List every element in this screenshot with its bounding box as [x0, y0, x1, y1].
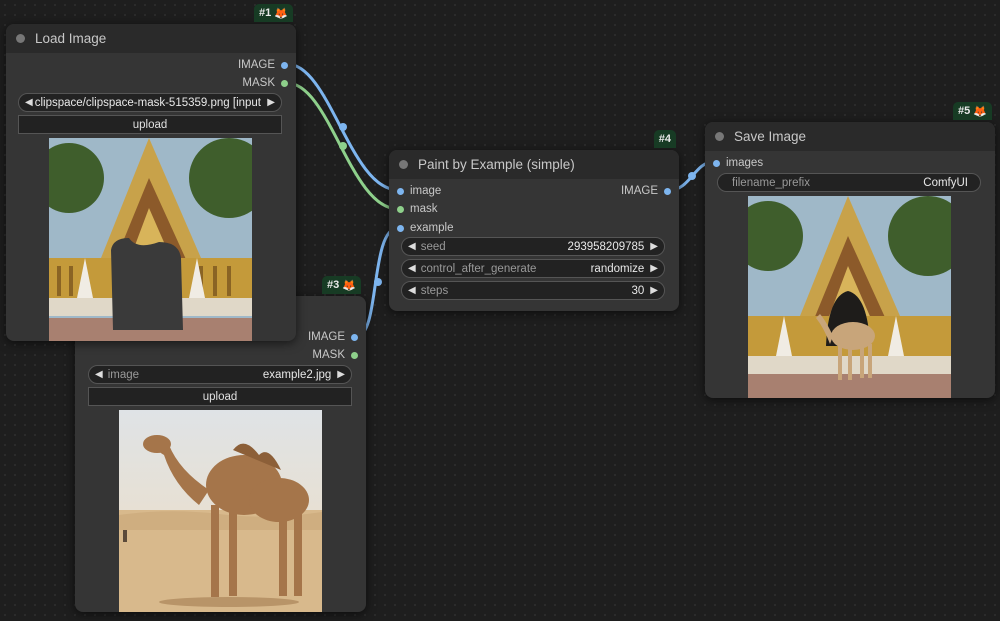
node-header[interactable]: Paint by Example (simple) [389, 150, 679, 179]
filename-prefix-widget[interactable]: filename_prefix ComfyUI [717, 173, 981, 192]
arrow-left-icon[interactable]: ◀ [25, 97, 33, 108]
node-id-badge: #1 🦊 [254, 4, 293, 22]
node-paint-by-example[interactable]: #4 Paint by Example (simple) image mask … [389, 130, 679, 311]
output-image[interactable]: IMAGE [308, 330, 358, 344]
arrow-right-icon[interactable]: ▶ [650, 241, 658, 252]
arrow-left-icon[interactable]: ◀ [408, 263, 416, 274]
output-mask[interactable]: MASK [312, 348, 358, 362]
input-dot[interactable] [397, 224, 404, 232]
input-images[interactable]: images [713, 156, 763, 170]
image-select-widget[interactable]: ◀ image example2.jpg ▶ [88, 365, 352, 384]
temple-preview-image [49, 138, 252, 341]
arrow-right-icon[interactable]: ▶ [267, 97, 275, 108]
result-preview-image [748, 196, 951, 398]
arrow-right-icon[interactable]: ▶ [650, 285, 658, 296]
input-dot[interactable] [397, 205, 404, 213]
node-title: Paint by Example (simple) [418, 157, 575, 172]
upload-button[interactable]: upload [88, 387, 352, 406]
output-image[interactable]: IMAGE [238, 58, 288, 72]
input-dot[interactable] [713, 159, 720, 167]
input-image[interactable]: image [397, 184, 441, 198]
output-image[interactable]: IMAGE [621, 184, 671, 198]
control-after-generate-widget[interactable]: ◀ control_after_generate randomize ▶ [401, 259, 665, 278]
fox-icon: 🦊 [342, 279, 356, 292]
fox-icon: 🦊 [973, 105, 987, 118]
seed-widget[interactable]: ◀ seed 293958209785 ▶ [401, 237, 665, 256]
node-load-image[interactable]: #1 🦊 Load Image IMAGE MASK ◀ clipspace/c… [6, 4, 296, 341]
arrow-left-icon[interactable]: ◀ [408, 241, 416, 252]
input-example[interactable]: example [397, 221, 453, 235]
node-id-badge: #4 [653, 130, 676, 148]
wire-midpoint [374, 278, 382, 286]
arrow-right-icon[interactable]: ▶ [650, 263, 658, 274]
arrow-left-icon[interactable]: ◀ [95, 369, 103, 380]
node-save-image[interactable]: #5 🦊 Save Image images filename_prefix C… [705, 102, 995, 398]
node-id-badge: #5 🦊 [953, 102, 992, 120]
output-dot[interactable] [351, 351, 358, 359]
input-dot[interactable] [397, 187, 404, 195]
wire-midpoint [339, 123, 347, 131]
input-mask[interactable]: mask [397, 202, 437, 216]
output-dot[interactable] [281, 79, 288, 87]
arrow-left-icon[interactable]: ◀ [408, 285, 416, 296]
node-title: Save Image [734, 129, 807, 144]
output-dot[interactable] [281, 61, 288, 69]
wire-midpoint [688, 172, 696, 180]
wire-image-1-to-4 [286, 62, 399, 192]
node-load-example[interactable]: #3 🦊 IMAGE MASK ◀ image example2.jpg ▶ u… [75, 276, 366, 612]
output-dot[interactable] [664, 187, 671, 195]
node-header[interactable]: Save Image [705, 122, 995, 151]
arrow-right-icon[interactable]: ▶ [337, 369, 345, 380]
collapse-dot[interactable] [16, 34, 25, 43]
output-mask[interactable]: MASK [242, 76, 288, 90]
node-header[interactable]: Load Image [6, 24, 296, 53]
camel-preview-image [119, 410, 322, 612]
collapse-dot[interactable] [715, 132, 724, 141]
collapse-dot[interactable] [399, 160, 408, 169]
output-dot[interactable] [351, 333, 358, 341]
steps-widget[interactable]: ◀ steps 30 ▶ [401, 281, 665, 300]
image-select-widget[interactable]: ◀ clipspace/clipspace-mask-515359.png [i… [18, 93, 282, 112]
fox-icon: 🦊 [274, 7, 288, 20]
node-id-badge: #3 🦊 [322, 276, 361, 294]
upload-button[interactable]: upload [18, 115, 282, 134]
wire-mask-1-to-4 [286, 81, 399, 211]
wire-midpoint [339, 142, 347, 150]
node-title: Load Image [35, 31, 107, 46]
